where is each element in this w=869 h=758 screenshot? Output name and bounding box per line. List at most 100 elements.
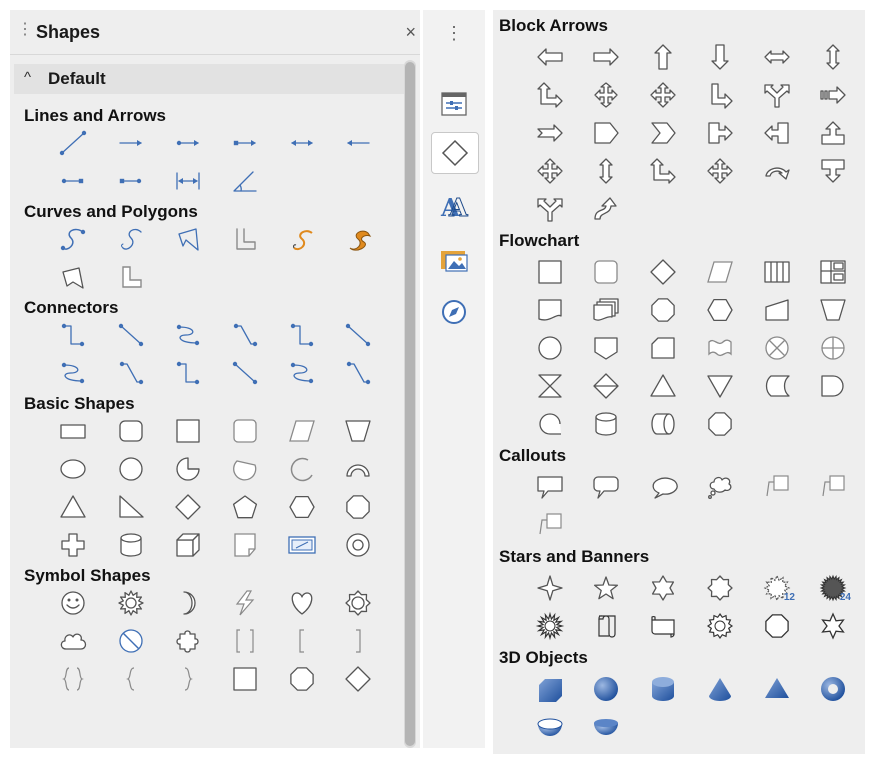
circle-shape-button[interactable] [111, 452, 151, 486]
flowchart-merge-shape-button[interactable] [700, 369, 740, 403]
flowchart-punched-tape-shape-button[interactable] [700, 331, 740, 365]
ellipse-shape-button[interactable] [53, 452, 93, 486]
default-group-toggle[interactable]: ^ Default [14, 64, 404, 94]
flowchart-sequential-access-shape-button[interactable] [530, 407, 570, 441]
sun-shape-button[interactable] [111, 586, 151, 620]
flowchart-summing-junction-shape-button[interactable] [757, 331, 797, 365]
tab-properties[interactable] [431, 84, 477, 124]
flowchart-display-shape-button[interactable] [700, 407, 740, 441]
flowchart-manual-operation-shape-button[interactable] [813, 293, 853, 327]
line-callout-1-shape-button[interactable] [757, 470, 797, 504]
vertical-scroll-shape-button[interactable] [586, 609, 626, 643]
frame-shape-button[interactable] [282, 528, 322, 562]
line-ends-arrow-shape-button[interactable] [111, 126, 151, 160]
circle-pie-shape-button[interactable] [168, 452, 208, 486]
rectangular-callout-shape-button[interactable] [530, 470, 570, 504]
flowchart-connector-shape-button[interactable] [530, 331, 570, 365]
flowchart-extract-shape-button[interactable] [643, 369, 683, 403]
line-shape-button[interactable] [53, 126, 93, 160]
corner-right-arrow-shape-button[interactable] [700, 78, 740, 112]
octagon-shape-button[interactable] [338, 490, 378, 524]
puzzle-shape-button[interactable] [168, 624, 208, 658]
8-point-star-shape-button[interactable] [700, 571, 740, 605]
12-point-star-shape-button[interactable]: 12 [757, 571, 797, 605]
block-arc-shape-button[interactable] [338, 452, 378, 486]
connector-ends-arrow-shape-button[interactable] [282, 318, 322, 352]
flower-shape-button[interactable] [338, 586, 378, 620]
diamond-arrows-shape-button[interactable] [700, 154, 740, 188]
up-right-down-arrow-shape-button[interactable] [586, 78, 626, 112]
pentagon-shape-button[interactable] [225, 490, 265, 524]
line-starts-arrow-shape-button[interactable] [338, 126, 378, 160]
flowchart-off-page-connector-shape-button[interactable] [586, 331, 626, 365]
line-starts-square-arrow-shape-button[interactable] [225, 126, 265, 160]
curved-connector-arrow-shape-button[interactable] [53, 356, 93, 390]
arc-shape-button[interactable] [282, 452, 322, 486]
left-brace-shape-button[interactable] [111, 662, 151, 696]
line-arrows-both-shape-button[interactable] [282, 126, 322, 160]
smiley-face-shape-button[interactable] [53, 586, 93, 620]
left-right-arrow-shape-button[interactable] [757, 40, 797, 74]
signet-shape-button[interactable] [700, 609, 740, 643]
flowchart-alternate-process-shape-button[interactable] [586, 255, 626, 289]
dimension-line-shape-button[interactable] [168, 164, 208, 198]
left-arrow-shape-button[interactable] [530, 40, 570, 74]
flowchart-direct-access-storage-shape-button[interactable] [643, 407, 683, 441]
line-angle-shape-button[interactable] [225, 164, 265, 198]
flowchart-magnetic-disc-shape-button[interactable] [586, 407, 626, 441]
line-square-circle-shape-button[interactable] [111, 164, 151, 198]
tab-shapes[interactable] [431, 132, 479, 174]
right-arrow-callout-shape-button[interactable] [700, 116, 740, 150]
isosceles-triangle-shape-button[interactable] [53, 490, 93, 524]
line-callout-3-shape-button[interactable] [530, 508, 570, 542]
3d-torus-shape-button[interactable] [813, 672, 853, 706]
down-arrow-callout-shape-button[interactable] [813, 154, 853, 188]
striped-right-arrow-shape-button[interactable] [813, 78, 853, 112]
right-triangle-shape-button[interactable] [111, 490, 151, 524]
up-arrow-shape-button[interactable] [643, 40, 683, 74]
3d-cone-shape-button[interactable] [700, 672, 740, 706]
flowchart-terminator-shape-button[interactable] [643, 293, 683, 327]
4-point-star-shape-button[interactable] [530, 571, 570, 605]
3d-sphere-shape-button[interactable] [586, 672, 626, 706]
cloud-callout-shape-button[interactable] [700, 470, 740, 504]
concave-star-shape-button[interactable] [813, 609, 853, 643]
flowchart-data-shape-button[interactable] [700, 255, 740, 289]
tab-navigator[interactable] [431, 292, 477, 332]
connector-shape-button[interactable] [53, 318, 93, 352]
split-round-arrow-shape-button[interactable] [530, 192, 570, 226]
four-way-arrow-callout-shape-button[interactable] [530, 154, 570, 188]
lightning-shape-button[interactable] [225, 586, 265, 620]
rounded-square-shape-button[interactable] [225, 414, 265, 448]
polygon-filled-shape-button[interactable] [53, 260, 93, 294]
polygon-45-filled-shape-button[interactable] [111, 260, 151, 294]
s-shaped-arrow-shape-button[interactable] [586, 192, 626, 226]
chevron-shape-button[interactable] [643, 116, 683, 150]
doorplate-shape-button[interactable] [757, 609, 797, 643]
line-circle-square-shape-button[interactable] [53, 164, 93, 198]
up-right-arrow-callout-shape-button[interactable] [643, 154, 683, 188]
line-starts-circle-arrow-shape-button[interactable] [168, 126, 208, 160]
24-point-star-shape-button[interactable]: 24 [813, 571, 853, 605]
polygon-45-shape-button[interactable] [225, 222, 265, 256]
left-bracket-shape-button[interactable] [282, 624, 322, 658]
flowchart-decision-shape-button[interactable] [643, 255, 683, 289]
brace-pair-shape-button[interactable] [53, 662, 93, 696]
square-shape-button[interactable] [168, 414, 208, 448]
flowchart-multidocument-shape-button[interactable] [586, 293, 626, 327]
parallelogram-shape-button[interactable] [282, 414, 322, 448]
circular-arrow-shape-button[interactable] [757, 154, 797, 188]
freeform-filled-shape-button[interactable] [338, 222, 378, 256]
left-arrow-callout-shape-button[interactable] [757, 116, 797, 150]
horizontal-scroll-shape-button[interactable] [643, 609, 683, 643]
octagon-bevel-shape-button[interactable] [282, 662, 322, 696]
rounded-rectangle-shape-button[interactable] [111, 414, 151, 448]
flowchart-delay-shape-button[interactable] [813, 369, 853, 403]
scrollbar[interactable] [404, 60, 416, 748]
tab-styles[interactable]: A A [431, 186, 477, 226]
cylinder-shape-button[interactable] [111, 528, 151, 562]
3d-cylinder-shape-button[interactable] [643, 672, 683, 706]
moon-shape-button[interactable] [168, 586, 208, 620]
up-down-arrow-shape-button[interactable] [813, 40, 853, 74]
rounded-rectangular-callout-shape-button[interactable] [586, 470, 626, 504]
